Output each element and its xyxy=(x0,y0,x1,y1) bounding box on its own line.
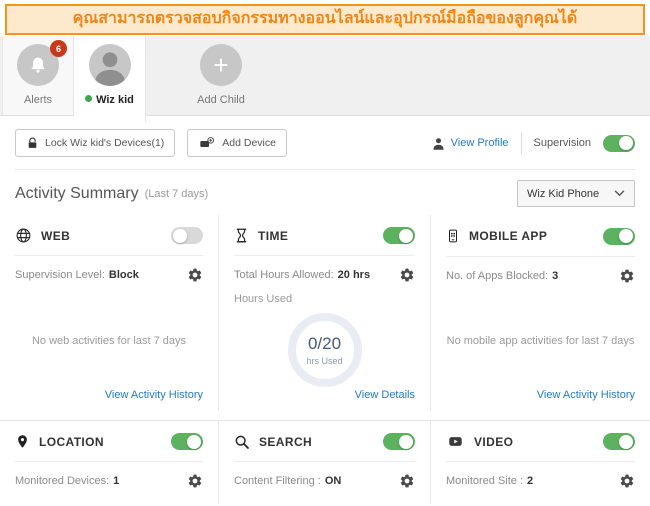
lock-devices-button[interactable]: Lock Wiz kid's Devices(1) xyxy=(15,129,175,157)
notification-banner: คุณสามารถตรวจสอบกิจกรรมทางออนไลน์และอุปก… xyxy=(5,4,645,35)
video-toggle[interactable] xyxy=(603,433,635,450)
web-empty-text: No web activities for last 7 days xyxy=(10,335,208,347)
mobile-app-info-value: 3 xyxy=(552,270,558,282)
activity-summary-header: Activity Summary (Last 7 days) Wiz Kid P… xyxy=(0,170,650,215)
video-info-value: 2 xyxy=(527,475,533,487)
location-card-title: LOCATION xyxy=(39,435,104,449)
summary-period: (Last 7 days) xyxy=(145,188,209,200)
mobile-app-view-activity-link[interactable]: View Activity History xyxy=(537,389,635,401)
add-device-icon xyxy=(198,135,216,151)
toolbar-right: View Profile Supervision xyxy=(431,132,635,154)
hours-used-label: Hours Used xyxy=(234,293,415,305)
lock-devices-label: Lock Wiz kid's Devices(1) xyxy=(45,137,164,149)
location-toggle[interactable] xyxy=(171,433,203,450)
tab-alerts-label: Alerts xyxy=(3,94,73,106)
mobile-app-card: MOBILE APP No. of Apps Blocked: 3 No mob… xyxy=(430,215,650,411)
add-device-button[interactable]: Add Device xyxy=(187,129,287,157)
hours-used-value: 0/20 xyxy=(308,334,341,354)
mobile-app-empty-text: No mobile app activities for last 7 days xyxy=(441,335,640,347)
tab-alerts[interactable]: 6 Alerts xyxy=(2,36,74,115)
web-card: WEB Supervision Level: Block No web acti… xyxy=(0,215,218,411)
time-info-label: Total Hours Allowed: xyxy=(234,269,334,281)
search-icon xyxy=(234,434,250,450)
plus-icon: + xyxy=(200,44,242,86)
globe-icon xyxy=(15,227,32,244)
location-info-value: 1 xyxy=(113,475,119,487)
gear-icon[interactable] xyxy=(187,267,203,283)
search-card: SEARCH Content Filtering : ON xyxy=(218,421,430,504)
lock-icon xyxy=(26,137,39,150)
search-info-value: ON xyxy=(325,475,342,487)
video-icon xyxy=(446,434,465,449)
online-status-icon xyxy=(85,95,92,102)
search-toggle[interactable] xyxy=(383,433,415,450)
tab-add-child[interactable]: + Add Child xyxy=(182,36,260,115)
search-card-title: SEARCH xyxy=(259,435,312,449)
tab-child-wiz-kid[interactable]: Wiz kid xyxy=(74,36,146,122)
hours-used-donut: 0/20 hrs Used xyxy=(288,313,362,387)
toolbar: Lock Wiz kid's Devices(1) Add Device Vie… xyxy=(0,116,650,157)
mobile-icon xyxy=(446,227,460,245)
mobile-app-info-label: No. of Apps Blocked: xyxy=(446,270,548,282)
search-info-label: Content Filtering : xyxy=(234,475,321,487)
time-view-details-link[interactable]: View Details xyxy=(355,389,415,401)
web-view-activity-link[interactable]: View Activity History xyxy=(105,389,203,401)
supervision-toggle[interactable] xyxy=(603,135,635,152)
child-tab-strip: 6 Alerts Wiz kid + Add Child xyxy=(0,36,650,116)
gear-icon[interactable] xyxy=(619,268,635,284)
divider xyxy=(521,132,522,154)
alerts-count-badge: 6 xyxy=(50,40,67,57)
device-selector[interactable]: Wiz Kid Phone xyxy=(517,180,635,207)
tab-child-label: Wiz kid xyxy=(74,94,145,106)
avatar-icon xyxy=(89,44,131,86)
person-icon xyxy=(431,136,446,151)
video-card-title: VIDEO xyxy=(474,435,513,449)
tab-add-child-label: Add Child xyxy=(182,94,260,106)
view-profile-link[interactable]: View Profile xyxy=(431,136,509,151)
chevron-down-icon xyxy=(614,190,625,197)
page-title: Activity Summary xyxy=(15,185,139,203)
web-info-label: Supervision Level: xyxy=(15,269,105,281)
gear-icon[interactable] xyxy=(399,267,415,283)
hourglass-icon xyxy=(234,227,249,244)
view-profile-label: View Profile xyxy=(451,137,509,149)
cards-row-2: LOCATION Monitored Devices: 1 SEARCH Con… xyxy=(0,420,650,503)
time-info-value: 20 hrs xyxy=(338,269,370,281)
video-card: VIDEO Monitored Site : 2 xyxy=(430,421,650,504)
location-info-label: Monitored Devices: xyxy=(15,475,109,487)
mobile-app-toggle[interactable] xyxy=(603,228,635,245)
gear-icon[interactable] xyxy=(187,473,203,489)
web-info-value: Block xyxy=(109,269,139,281)
pin-icon xyxy=(15,433,30,450)
web-card-title: WEB xyxy=(41,229,70,243)
device-selector-value: Wiz Kid Phone xyxy=(527,188,599,200)
location-card: LOCATION Monitored Devices: 1 xyxy=(0,421,218,504)
gear-icon[interactable] xyxy=(619,473,635,489)
hours-used-caption: hrs Used xyxy=(306,356,342,366)
web-toggle[interactable] xyxy=(171,227,203,244)
row-gap xyxy=(0,411,650,420)
supervision-label: Supervision xyxy=(534,137,591,149)
mobile-app-card-title: MOBILE APP xyxy=(469,229,547,243)
cards-row-1: WEB Supervision Level: Block No web acti… xyxy=(0,215,650,411)
time-toggle[interactable] xyxy=(383,227,415,244)
video-info-label: Monitored Site : xyxy=(446,475,523,487)
time-card-title: TIME xyxy=(258,229,288,243)
add-device-label: Add Device xyxy=(222,137,276,149)
gear-icon[interactable] xyxy=(399,473,415,489)
time-card: TIME Total Hours Allowed: 20 hrs Hours U… xyxy=(218,215,430,411)
